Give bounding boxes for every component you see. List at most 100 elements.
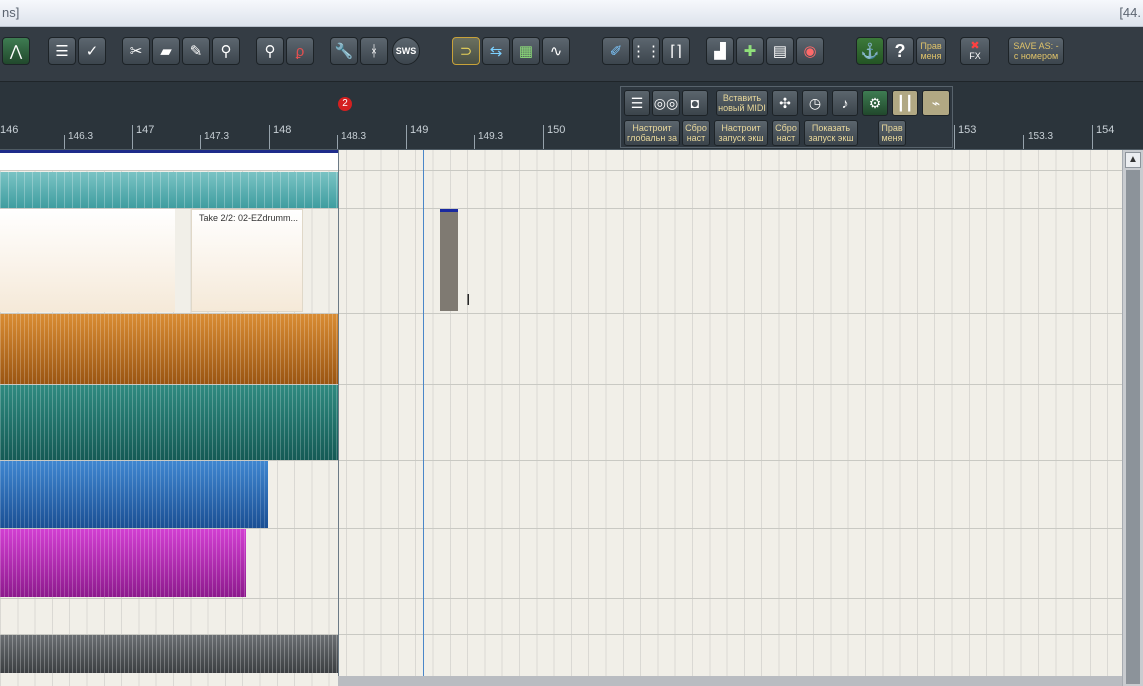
- speaker-icon[interactable]: ◘: [682, 90, 708, 116]
- save-as-line2: с номером: [1013, 51, 1059, 61]
- ruler-label: 150: [547, 124, 566, 136]
- ruler-label: 153.3: [1028, 131, 1054, 142]
- marker-2[interactable]: 2: [338, 97, 352, 111]
- fx-close-icon: ✖: [970, 40, 980, 52]
- reset-settings-button[interactable]: Сбро наст: [682, 120, 710, 146]
- reset-settings-button-2[interactable]: Сбро наст: [772, 120, 800, 146]
- insert-midi-line2: новый MIDI: [718, 103, 766, 113]
- loop-icon[interactable]: ⊃: [452, 37, 480, 65]
- mixer-eye-icon[interactable]: ☰: [624, 90, 650, 116]
- ruler-tick: [269, 125, 270, 149]
- media-item-selected[interactable]: [440, 209, 458, 311]
- timeline-ruler[interactable]: 146 146.3 147 147.3 148 148.3 149 149.3 …: [0, 122, 1143, 151]
- startup-action-settings-button[interactable]: Настроит запуск экш: [714, 120, 768, 146]
- media-item-blue[interactable]: [0, 461, 268, 528]
- main-toolbar: ⋀ ☰ ✓ ✂ ▰ ✎ ⚲ ⚲ ϼ 🔧 ᚼ SWS ⊃ ⇆ ▦ ∿ ✐ ⋮⋮ ⌈…: [0, 27, 1143, 82]
- show-startup-action-button[interactable]: Показать запуск экш: [804, 120, 858, 146]
- ruler-tick: [474, 135, 475, 149]
- edit-cursor[interactable]: [338, 150, 339, 686]
- ruler-label: 153: [958, 124, 977, 136]
- window-title-left: ns]: [2, 5, 20, 20]
- lasso-icon[interactable]: ϼ: [286, 37, 314, 65]
- record-icon[interactable]: ◉: [796, 37, 824, 65]
- search-icon[interactable]: ⚲: [256, 37, 284, 65]
- horizontal-scroll-strip[interactable]: [338, 676, 1122, 686]
- insert-midi-button[interactable]: Вставить новый MIDI: [716, 90, 768, 116]
- ruler-label: 148: [273, 124, 292, 136]
- edit-menu-button[interactable]: Прав меня: [878, 120, 906, 146]
- window-titlebar: ns] [44.: [0, 0, 1143, 27]
- grid-icon[interactable]: ⋮⋮: [631, 37, 661, 65]
- ruler-label: 147.3: [204, 131, 230, 142]
- waveform-icon[interactable]: ∿: [542, 37, 570, 65]
- fx-chain-icon[interactable]: ⚙: [862, 90, 888, 116]
- eye-check-icon[interactable]: ✓: [78, 37, 106, 65]
- table-icon[interactable]: ▤: [766, 37, 794, 65]
- scrollbar-thumb[interactable]: [1126, 170, 1140, 684]
- scissors-icon[interactable]: ✂: [122, 37, 150, 65]
- prav-menu-button[interactable]: Прав меня: [916, 37, 946, 65]
- take-label: Take 2/2: 02-EZdrumm...: [199, 213, 299, 223]
- midi-edit-icon[interactable]: ✐: [602, 37, 630, 65]
- media-item-teal-dark[interactable]: [0, 385, 338, 460]
- ibeam-cursor-icon: I: [466, 292, 471, 309]
- ruler-tick: [1092, 125, 1093, 149]
- clock-icon[interactable]: ◷: [802, 90, 828, 116]
- help-icon[interactable]: ?: [886, 37, 914, 65]
- ruler-label: 149.3: [478, 131, 504, 142]
- automation-icon[interactable]: ⌁: [922, 90, 950, 116]
- ripple-icon[interactable]: ⇆: [482, 37, 510, 65]
- media-item-teal[interactable]: [0, 172, 338, 208]
- media-item-take-a[interactable]: [0, 209, 175, 312]
- window-title-right: [44.: [1119, 5, 1141, 20]
- ruler-tick: [200, 135, 201, 149]
- floating-toolbar: ☰ ◎◎ ◘ Вставить новый MIDI ✣ ◷ ♪ ⚙ ┃┃ ⌁ Н…: [620, 86, 953, 148]
- ruler-header-band: 2: [0, 82, 1143, 122]
- grid-lines-icon[interactable]: ┃┃: [892, 90, 918, 116]
- ruler-label: 148.3: [341, 131, 367, 142]
- ruler-tick: [954, 125, 955, 149]
- brackets-icon[interactable]: ⌈⌉: [662, 37, 690, 65]
- play-cursor: [423, 150, 424, 686]
- scroll-up-icon[interactable]: ▲: [1125, 152, 1141, 168]
- walkers-icon[interactable]: ᚼ: [360, 37, 388, 65]
- eraser-icon[interactable]: ▰: [152, 37, 180, 65]
- note-icon[interactable]: ♪: [832, 90, 858, 116]
- prav-line1: Прав: [920, 41, 942, 51]
- lane-separator: [0, 598, 1122, 599]
- media-item-white[interactable]: [0, 150, 338, 170]
- pencil-icon[interactable]: ✎: [182, 37, 210, 65]
- zoom-icon[interactable]: ⚲: [212, 37, 240, 65]
- global-settings-button[interactable]: Настроит глобальн за: [624, 120, 680, 146]
- media-item-magenta[interactable]: [0, 529, 246, 597]
- save-as-line1: SAVE AS: -: [1013, 41, 1059, 51]
- media-item-take-b[interactable]: Take 2/2: 02-EZdrumm...: [191, 209, 303, 312]
- ruler-tick: [64, 135, 65, 149]
- ruler-label: 147: [136, 124, 155, 136]
- arrange-view[interactable]: Take 2/2: 02-EZdrumm... I: [0, 150, 1122, 686]
- save-as-button[interactable]: SAVE AS: - с номером: [1008, 37, 1064, 65]
- new-track-icon[interactable]: ✚: [736, 37, 764, 65]
- anchor-icon[interactable]: ⚓: [856, 37, 884, 65]
- ruler-label: 146: [0, 124, 19, 136]
- envelope-icon[interactable]: ⋀: [2, 37, 30, 65]
- crosshair-icon[interactable]: ✣: [772, 90, 798, 116]
- media-item-orange[interactable]: [0, 314, 338, 384]
- lane-separator: [0, 170, 1122, 171]
- ruler-tick: [406, 125, 407, 149]
- sws-icon[interactable]: SWS: [392, 37, 420, 65]
- vertical-scrollbar[interactable]: ▲: [1122, 150, 1143, 686]
- ruler-tick: [543, 125, 544, 149]
- media-item-gray[interactable]: [0, 635, 338, 673]
- ruler-tick: [1023, 135, 1024, 149]
- ruler-label: 149: [410, 124, 429, 136]
- fx-label: FX: [969, 51, 981, 61]
- brush-icon[interactable]: ▟: [706, 37, 734, 65]
- tape-icon[interactable]: ◎◎: [652, 90, 680, 116]
- fx-button[interactable]: ✖ FX: [960, 37, 990, 65]
- ruler-label: 146.3: [68, 131, 94, 142]
- wrench-icon[interactable]: 🔧: [330, 37, 358, 65]
- ruler-tick: [337, 135, 338, 149]
- snapshot-icon[interactable]: ▦: [512, 37, 540, 65]
- track-visibility-icon[interactable]: ☰: [48, 37, 76, 65]
